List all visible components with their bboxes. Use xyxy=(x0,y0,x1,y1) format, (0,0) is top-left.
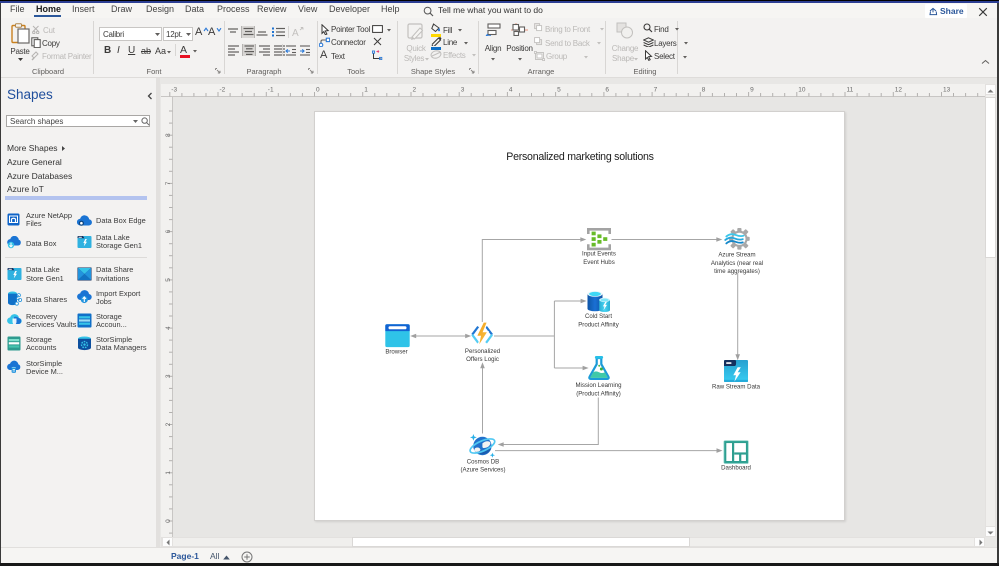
svg-text:Personalized marketing solutio: Personalized marketing solutions xyxy=(506,151,653,163)
svg-text:7: 7 xyxy=(165,181,172,185)
svg-text:8: 8 xyxy=(165,133,172,137)
svg-text:6: 6 xyxy=(605,87,609,94)
svg-text:6: 6 xyxy=(165,229,172,233)
svg-text:2: 2 xyxy=(413,87,417,94)
svg-text:Personalized: Personalized xyxy=(465,348,500,355)
svg-text:3: 3 xyxy=(461,87,465,94)
svg-text:1: 1 xyxy=(165,471,172,475)
svg-text:11: 11 xyxy=(847,87,854,94)
svg-text:0: 0 xyxy=(165,519,172,523)
svg-text:A: A xyxy=(292,28,299,38)
svg-text:Browser: Browser xyxy=(385,349,407,356)
svg-text:7: 7 xyxy=(654,87,658,94)
svg-text:Azure Stream: Azure Stream xyxy=(718,252,755,259)
svg-text:-1: -1 xyxy=(268,87,274,94)
svg-text:4: 4 xyxy=(509,87,513,94)
svg-text:1: 1 xyxy=(364,87,368,94)
svg-text:8: 8 xyxy=(702,87,706,94)
svg-text:(Azure Services): (Azure Services) xyxy=(460,466,505,473)
svg-text:Cosmos DB: Cosmos DB xyxy=(467,459,500,466)
svg-text:Mission Learning: Mission Learning xyxy=(575,382,621,389)
svg-text:Product Affinity: Product Affinity xyxy=(578,321,619,328)
svg-text:2: 2 xyxy=(165,422,172,426)
svg-text:Analytics (near real: Analytics (near real xyxy=(711,260,763,267)
svg-text:Cold Start: Cold Start xyxy=(585,313,612,320)
svg-text:Event Hubs: Event Hubs xyxy=(583,259,615,266)
svg-text:Dashboard: Dashboard xyxy=(721,465,751,472)
svg-text:-3: -3 xyxy=(171,87,177,94)
svg-text:Offers Logic: Offers Logic xyxy=(466,356,499,363)
svg-text:(Product Affinity): (Product Affinity) xyxy=(576,390,621,397)
svg-text:9: 9 xyxy=(750,87,754,94)
svg-text:13: 13 xyxy=(943,87,951,94)
svg-text:-2: -2 xyxy=(220,87,226,94)
svg-text:3: 3 xyxy=(165,374,172,378)
svg-text:5: 5 xyxy=(165,278,172,282)
svg-text:10: 10 xyxy=(798,87,806,94)
svg-text:time aggregates): time aggregates) xyxy=(714,268,760,275)
svg-text:0: 0 xyxy=(316,87,320,94)
svg-text:Raw Stream Data: Raw Stream Data xyxy=(712,384,761,391)
svg-text:12: 12 xyxy=(895,87,903,94)
svg-text:Input Events: Input Events xyxy=(582,251,616,258)
svg-text:5: 5 xyxy=(557,87,561,94)
svg-text:4: 4 xyxy=(165,326,172,330)
